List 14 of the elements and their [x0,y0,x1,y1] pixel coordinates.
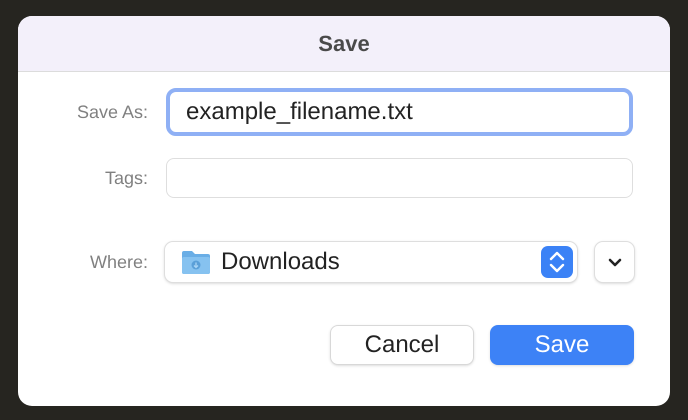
up-down-arrows-icon [541,246,573,278]
save-button[interactable]: Save [490,325,634,365]
field-label: Where: [88,250,148,274]
field-label: Save As: [76,100,148,124]
expand-button[interactable] [594,241,635,283]
chevron-down-icon [608,258,622,266]
location-popup[interactable]: Downloads [164,241,578,283]
location-name: Downloads [221,247,341,277]
folder-icon [181,249,211,275]
cancel-button[interactable]: Cancel [330,325,474,365]
field-label: Tags: [104,166,148,190]
tags-field[interactable] [166,158,633,198]
filename-field[interactable]: example_filename.txt [166,88,633,136]
window-title: Save [318,30,370,58]
